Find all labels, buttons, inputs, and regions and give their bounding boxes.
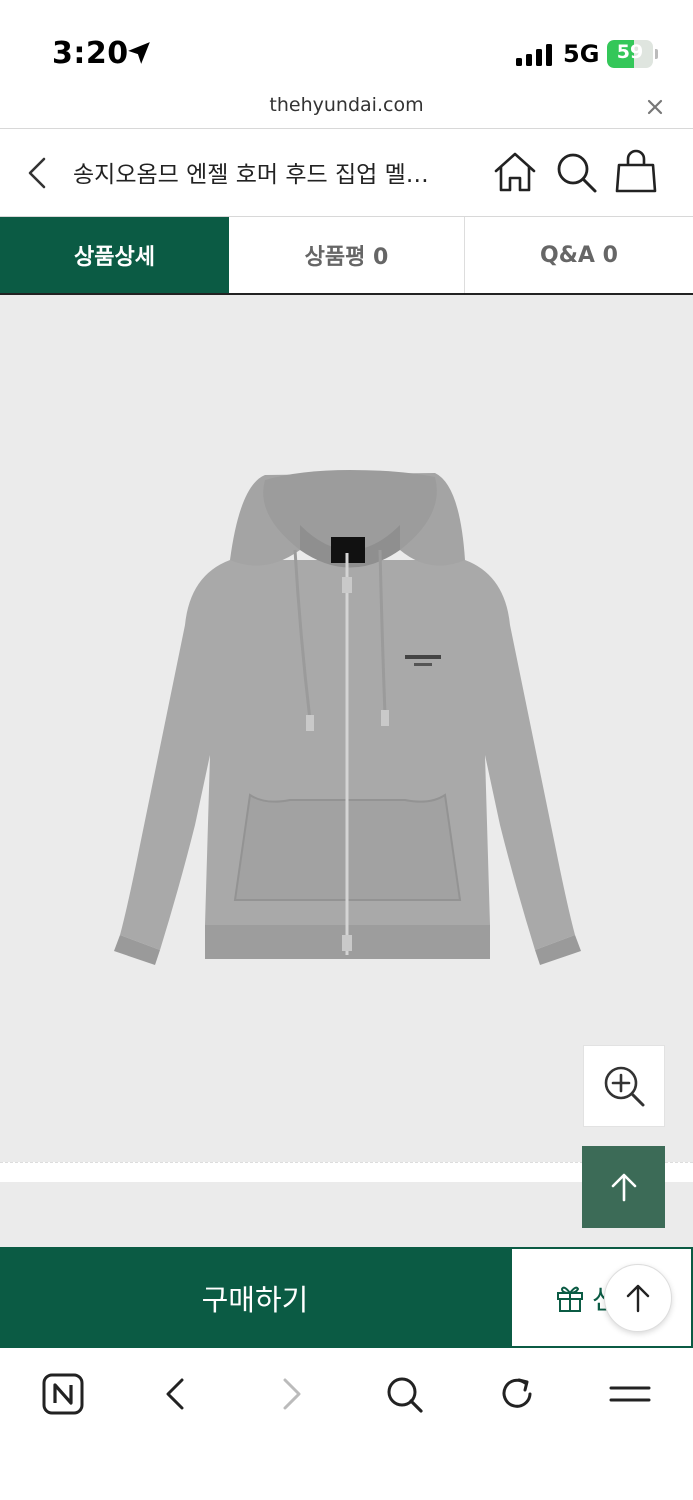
naver-n-icon[interactable] [39,1370,87,1418]
scroll-top-floating-button[interactable] [604,1264,672,1332]
status-time: 3:20 [52,36,129,71]
forward-arrow-icon[interactable] [267,1370,315,1418]
browser-toolbar [0,1348,693,1500]
page-title: 송지오옴므 엔젤 호머 후드 집업 멜… [73,162,429,188]
gray-zip-hoodie-image [114,470,581,965]
product-image-area [0,295,693,1162]
back-arrow-icon[interactable] [152,1370,200,1418]
page-header: 송지오옴므 엔젤 호머 후드 집업 멜… [0,129,693,216]
battery-charging-icon: 59 [607,40,658,68]
shopping-bag-icon[interactable] [613,147,659,195]
buy-button[interactable]: 구매하기 [0,1247,510,1348]
zoom-in-icon [604,1066,645,1107]
location-arrow-icon [128,42,150,64]
product-tabs: 상품상세 상품평 0 Q&A 0 [0,217,693,295]
signal-bars-icon [516,44,552,66]
scroll-top-button[interactable] [582,1146,665,1228]
battery-percent: 59 [616,41,644,63]
arrow-up-icon [611,1173,636,1202]
purchase-bar: 구매하기 선물 [0,1247,693,1348]
tab-reviews[interactable]: 상품평 0 [229,217,465,293]
zoom-button[interactable] [583,1045,665,1127]
gift-icon [557,1286,583,1312]
arrow-up-icon [626,1284,650,1313]
search-icon[interactable] [380,1370,428,1418]
search-icon[interactable] [553,149,599,195]
url-domain[interactable]: thehyundai.com [0,94,693,116]
back-icon[interactable] [20,153,54,193]
url-bar[interactable]: thehyundai.com [0,92,693,128]
tab-product-detail[interactable]: 상품상세 [0,217,229,293]
close-icon[interactable] [644,96,666,118]
status-bar: 3:20 5G 59 [0,0,693,92]
tab-qna[interactable]: Q&A 0 [465,217,693,293]
menu-icon[interactable] [606,1370,654,1418]
home-icon[interactable] [492,149,538,195]
reload-icon[interactable] [493,1370,541,1418]
network-label: 5G [563,40,600,68]
